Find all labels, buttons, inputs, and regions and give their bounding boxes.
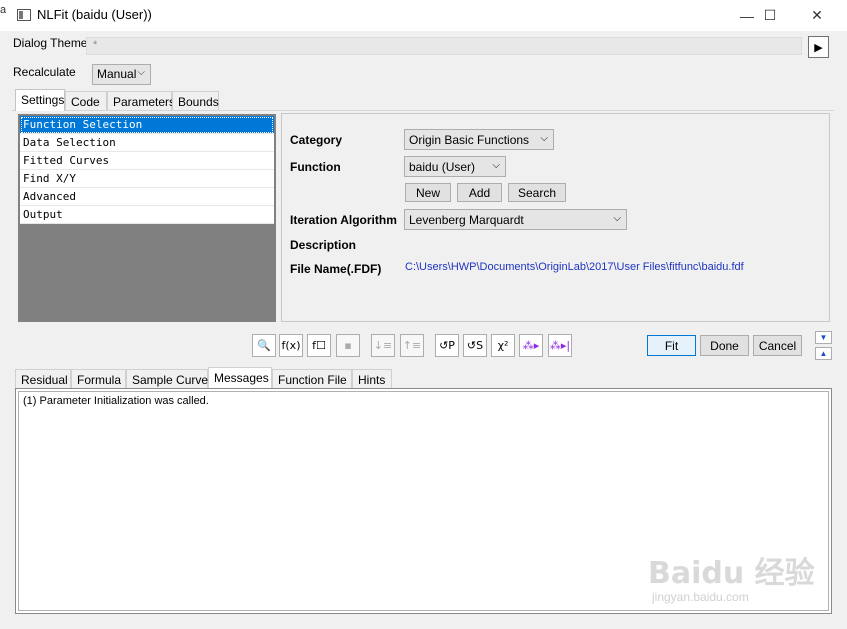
- iteration-algorithm-label: Iteration Algorithm: [290, 213, 397, 227]
- window-title: NLFit (baidu (User)): [37, 7, 152, 22]
- fx-icon[interactable]: f(x): [279, 334, 303, 357]
- filename-label: File Name(.FDF): [290, 262, 382, 276]
- chevron-down-icon: ⌵: [613, 213, 621, 224]
- tab-parameters[interactable]: Parameters: [107, 91, 175, 110]
- theme-menu-button[interactable]: ▶: [808, 36, 829, 58]
- function-select[interactable]: baidu (User) ⌵: [404, 156, 506, 177]
- cancel-button[interactable]: Cancel: [753, 335, 802, 356]
- tab-sample-curve[interactable]: Sample Curve: [126, 369, 208, 388]
- list-item-fitted-curves[interactable]: Fitted Curves: [20, 152, 274, 170]
- save-icon[interactable]: ▪: [336, 334, 360, 357]
- list-item-find-xy[interactable]: Find X/Y: [20, 170, 274, 188]
- baidu-watermark: Baidu 经验: [648, 556, 815, 591]
- dialog-theme-field[interactable]: *: [86, 37, 802, 55]
- parameter-init-icon[interactable]: ↺P: [435, 334, 459, 357]
- new-button[interactable]: New: [405, 183, 451, 202]
- iteration-algorithm-value: Levenberg Marquardt: [409, 213, 524, 227]
- expand-up-button[interactable]: ▲: [815, 347, 832, 360]
- tab-formula[interactable]: Formula: [71, 369, 126, 388]
- tab-function-file[interactable]: Function File: [272, 369, 352, 388]
- tab-bounds[interactable]: Bounds: [172, 91, 219, 110]
- fit-button[interactable]: Fit: [647, 335, 696, 356]
- tab-settings[interactable]: Settings: [15, 89, 65, 111]
- fit-till-converged-icon[interactable]: ⁂▸|: [548, 334, 572, 357]
- function-builder-icon[interactable]: f☐: [307, 334, 331, 357]
- iteration-algorithm-select[interactable]: Levenberg Marquardt ⌵: [404, 209, 627, 230]
- tab-hints[interactable]: Hints: [352, 369, 392, 388]
- description-label: Description: [290, 238, 357, 252]
- done-button[interactable]: Done: [700, 335, 749, 356]
- filename-link[interactable]: C:\Users\HWP\Documents\OriginLab\2017\Us…: [405, 261, 744, 273]
- collapse-down-button[interactable]: ▼: [815, 331, 832, 344]
- category-value: Origin Basic Functions: [409, 133, 530, 147]
- find-icon[interactable]: 🔍: [252, 334, 276, 357]
- search-button[interactable]: Search: [508, 183, 566, 202]
- recalculate-select[interactable]: Manual ⌵: [92, 64, 151, 85]
- recalculate-value: Manual: [97, 67, 137, 81]
- tab-strip-divider: [12, 110, 834, 111]
- add-button[interactable]: Add: [457, 183, 502, 202]
- dialog-theme-label: Dialog Theme: [13, 36, 88, 50]
- list-item-function-selection[interactable]: Function Selection: [20, 116, 274, 134]
- list-item-data-selection[interactable]: Data Selection: [20, 134, 274, 152]
- list-item-output[interactable]: Output: [20, 206, 274, 224]
- list-item-advanced[interactable]: Advanced: [20, 188, 274, 206]
- one-iteration-icon[interactable]: ⁂▸: [519, 334, 543, 357]
- function-value: baidu (User): [409, 160, 476, 174]
- function-label: Function: [290, 160, 341, 174]
- maximize-button[interactable]: ☐: [747, 0, 793, 31]
- chevron-down-icon: ⌵: [540, 133, 548, 144]
- chevron-down-icon: ⌵: [137, 67, 145, 78]
- background-window-fragment: a: [0, 4, 7, 16]
- tab-code[interactable]: Code: [65, 91, 107, 110]
- category-label: Category: [290, 133, 343, 147]
- app-icon: [17, 9, 31, 21]
- baidu-watermark-url: jingyan.baidu.com: [652, 590, 749, 604]
- tab-messages[interactable]: Messages: [208, 367, 272, 389]
- tab-residual[interactable]: Residual: [15, 369, 71, 388]
- sort-down-icon[interactable]: ↓≡: [371, 334, 395, 357]
- chevron-down-icon: ⌵: [492, 160, 500, 171]
- chi-square-icon[interactable]: χ²: [491, 334, 515, 357]
- category-select[interactable]: Origin Basic Functions ⌵: [404, 129, 554, 150]
- recalculate-label: Recalculate: [13, 65, 76, 79]
- sort-up-icon[interactable]: ↑≡: [400, 334, 424, 357]
- settings-tree: Function Selection Data Selection Fitted…: [18, 114, 276, 322]
- simplex-icon[interactable]: ↺S: [463, 334, 487, 357]
- close-button[interactable]: ✕: [794, 0, 840, 31]
